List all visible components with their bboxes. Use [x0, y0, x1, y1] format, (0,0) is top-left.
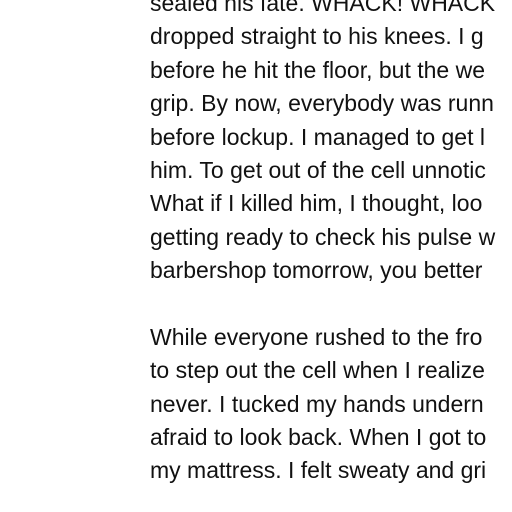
text-line: dropped straight to his knees. I g	[150, 23, 484, 50]
text-line: grip. By now, everybody was runn	[150, 90, 494, 117]
text-line: to step out the cell when I realize	[150, 357, 485, 384]
text-line: sealed his fate. WHACK! WHACK	[150, 0, 496, 16]
paragraph-2: While everyone rushed to the fro to step…	[150, 321, 512, 488]
text-line: him. To get out of the cell unnotic	[150, 156, 486, 183]
text-line: before he hit the floor, but the we	[150, 56, 486, 83]
text-line: my mattress. I felt sweaty and gri	[150, 457, 487, 484]
text-line: barbershop tomorrow, you better	[150, 257, 483, 284]
text-line: While everyone rushed to the fro	[150, 323, 483, 350]
paragraph-1: sealed his fate. WHACK! WHACK dropped st…	[150, 0, 512, 288]
text-line: before lockup. I managed to get l	[150, 123, 485, 150]
text-line: What if I killed him, I thought, loo	[150, 190, 483, 217]
document-text: sealed his fate. WHACK! WHACK dropped st…	[150, 0, 512, 488]
text-line: getting ready to check his pulse w	[150, 223, 496, 250]
text-line: afraid to look back. When I got to	[150, 424, 487, 451]
document-page: sealed his fate. WHACK! WHACK dropped st…	[0, 0, 512, 512]
text-line: never. I tucked my hands undern	[150, 390, 484, 417]
